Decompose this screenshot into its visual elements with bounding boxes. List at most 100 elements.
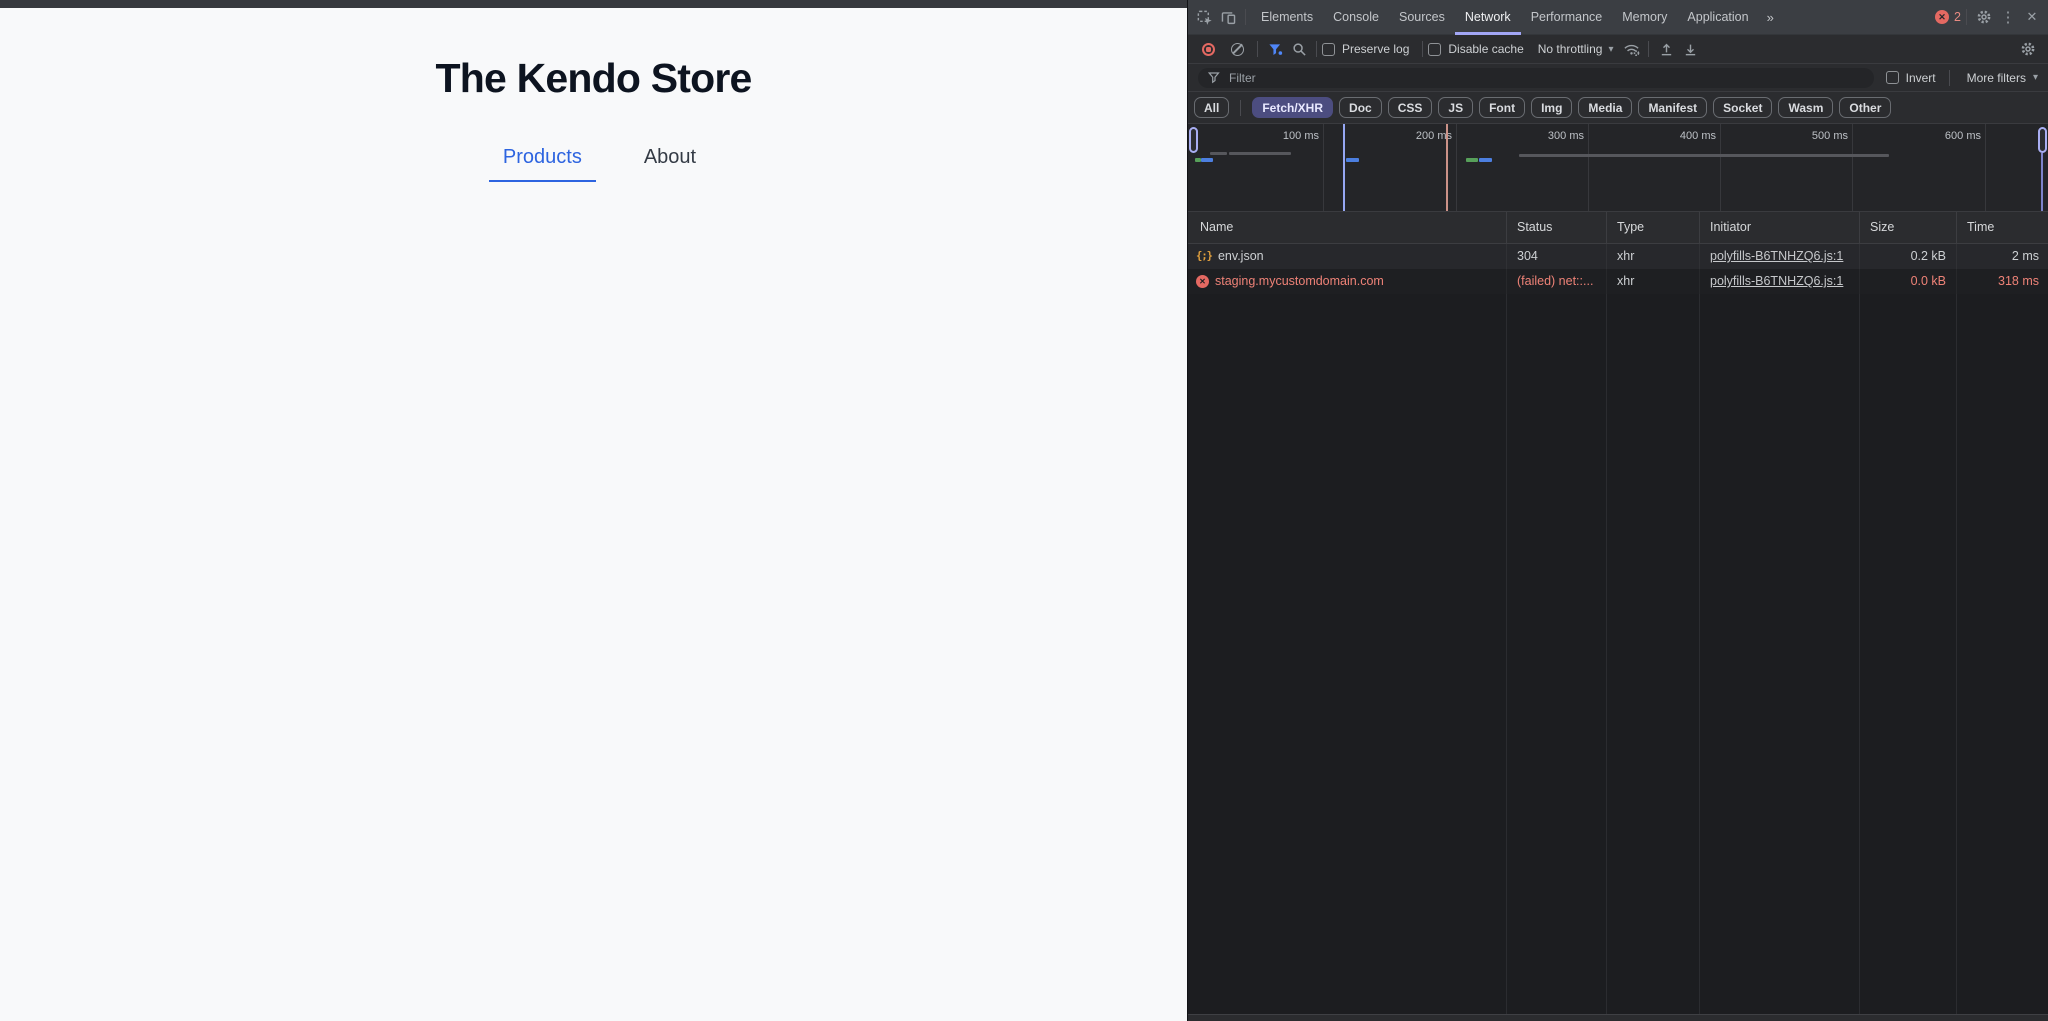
column-separator <box>1699 294 1700 1014</box>
divider <box>1245 9 1246 25</box>
filter-input[interactable]: Filter <box>1198 68 1874 88</box>
search-icon[interactable] <box>1287 37 1311 61</box>
chip-font[interactable]: Font <box>1479 97 1525 118</box>
chip-fetch-xhr[interactable]: Fetch/XHR <box>1252 97 1333 118</box>
record-network-log-icon[interactable] <box>1202 43 1215 56</box>
device-toolbar-icon[interactable] <box>1216 5 1240 29</box>
column-header-name[interactable]: Name <box>1188 212 1506 243</box>
network-timeline-overview[interactable]: 100 ms 200 ms 300 ms 400 ms 500 ms 600 m… <box>1188 124 2048 212</box>
page-top-strip <box>0 0 1187 8</box>
tick-400ms: 400 ms <box>1660 130 1716 142</box>
chip-css[interactable]: CSS <box>1388 97 1433 118</box>
initiator-link[interactable]: polyfills-B6TNHZQ6.js:1 <box>1710 274 1843 288</box>
request-row-staging-mycustomdomain[interactable]: ✕ staging.mycustomdomain.com (failed) ne… <box>1188 269 2048 294</box>
chip-img[interactable]: Img <box>1531 97 1572 118</box>
inspect-element-icon[interactable] <box>1192 5 1216 29</box>
waterfall-blue-bar <box>1346 158 1359 162</box>
requests-table-header: Name Status Type Initiator Size Time <box>1188 212 2048 244</box>
divider <box>1966 9 1967 25</box>
tick-100ms: 100 ms <box>1263 130 1319 142</box>
preserve-log-checkbox[interactable] <box>1322 43 1335 56</box>
clear-network-log-icon[interactable] <box>1231 43 1244 56</box>
gridline-300ms <box>1588 124 1589 211</box>
page-title: The Kendo Store <box>0 55 1187 102</box>
chevron-down-icon: ▾ <box>2033 72 2038 83</box>
chip-media[interactable]: Media <box>1578 97 1632 118</box>
filter-placeholder: Filter <box>1229 71 1256 85</box>
waterfall-blue-bar <box>1201 158 1213 162</box>
filter-toggle-icon[interactable] <box>1263 37 1287 61</box>
more-panels-icon[interactable]: » <box>1759 10 1781 25</box>
tab-products[interactable]: Products <box>489 146 596 182</box>
chip-wasm[interactable]: Wasm <box>1778 97 1833 118</box>
invert-filter[interactable]: Invert <box>1886 71 1944 85</box>
column-header-type[interactable]: Type <box>1606 212 1699 243</box>
request-error-icon: ✕ <box>1196 275 1209 288</box>
request-status: (failed) net::... <box>1506 269 1606 294</box>
network-settings-gear-icon[interactable] <box>2016 37 2040 61</box>
divider <box>1316 41 1317 57</box>
chip-manifest[interactable]: Manifest <box>1638 97 1707 118</box>
devtools-tab-performance[interactable]: Performance <box>1521 0 1613 35</box>
column-separator <box>1506 294 1507 1014</box>
disable-cache-checkbox[interactable] <box>1428 43 1441 56</box>
kebab-menu-icon[interactable]: ⋮ <box>1996 5 2020 29</box>
error-circle-icon: ✕ <box>1935 10 1949 24</box>
column-header-time[interactable]: Time <box>1956 212 2048 243</box>
settings-gear-icon[interactable] <box>1972 5 1996 29</box>
column-header-status[interactable]: Status <box>1506 212 1606 243</box>
request-type: xhr <box>1606 269 1699 294</box>
column-header-initiator[interactable]: Initiator <box>1699 212 1859 243</box>
disable-cache-label: Disable cache <box>1448 42 1523 56</box>
chip-all[interactable]: All <box>1194 97 1229 118</box>
waterfall-green-bar <box>1466 158 1478 162</box>
chip-doc[interactable]: Doc <box>1339 97 1382 118</box>
initiator-link[interactable]: polyfills-B6TNHZQ6.js:1 <box>1710 249 1843 263</box>
throttling-dropdown[interactable]: No throttling ▾ <box>1538 42 1614 56</box>
waterfall-wait-bar <box>1519 154 1889 157</box>
import-har-icon[interactable] <box>1654 37 1678 61</box>
tick-300ms: 300 ms <box>1528 130 1584 142</box>
devtools-tab-network[interactable]: Network <box>1455 0 1521 35</box>
column-separator <box>1956 294 1957 1014</box>
export-har-icon[interactable] <box>1678 37 1702 61</box>
invert-checkbox[interactable] <box>1886 71 1899 84</box>
chip-other[interactable]: Other <box>1839 97 1891 118</box>
more-filters-dropdown[interactable]: More filters ▾ <box>1967 71 2038 85</box>
request-name: staging.mycustomdomain.com <box>1215 269 1384 294</box>
overview-right-grip[interactable] <box>2038 127 2047 153</box>
gridline-600ms <box>1985 124 1986 211</box>
error-count: 2 <box>1954 10 1961 24</box>
column-separator <box>1606 294 1607 1014</box>
devtools-tab-elements[interactable]: Elements <box>1251 0 1323 35</box>
request-name-cell[interactable]: ✕ staging.mycustomdomain.com <box>1188 269 1506 294</box>
divider <box>1648 41 1649 57</box>
dom-content-loaded-marker <box>1343 124 1345 211</box>
preserve-log-label: Preserve log <box>1342 42 1409 56</box>
close-devtools-icon[interactable]: ✕ <box>2020 5 2044 29</box>
chip-socket[interactable]: Socket <box>1713 97 1772 118</box>
devtools-panel: Elements Console Sources Network Perform… <box>1187 0 2048 1021</box>
web-page: The Kendo Store Products About <box>0 0 1187 1021</box>
request-row-env-json[interactable]: {;} env.json 304 xhr polyfills-B6TNHZQ6.… <box>1188 244 2048 269</box>
tab-about[interactable]: About <box>642 146 698 182</box>
gridline-500ms <box>1852 124 1853 211</box>
tick-600ms: 600 ms <box>1925 130 1981 142</box>
devtools-tab-sources[interactable]: Sources <box>1389 0 1455 35</box>
devtools-tab-console[interactable]: Console <box>1323 0 1389 35</box>
column-header-size[interactable]: Size <box>1859 212 1956 243</box>
request-name-cell[interactable]: {;} env.json <box>1188 244 1506 269</box>
chip-js[interactable]: JS <box>1438 97 1473 118</box>
gridline-400ms <box>1720 124 1721 211</box>
network-conditions-icon[interactable] <box>1619 37 1643 61</box>
divider <box>1240 100 1241 116</box>
network-filter-bar: Filter Invert More filters ▾ <box>1188 64 2048 92</box>
request-size: 0.2 kB <box>1859 244 1956 269</box>
overview-left-grip[interactable] <box>1189 127 1198 153</box>
request-name: env.json <box>1218 244 1264 269</box>
devtools-tab-application[interactable]: Application <box>1677 0 1758 35</box>
filter-funnel-icon <box>1208 71 1221 84</box>
console-error-badge[interactable]: ✕ 2 <box>1935 10 1961 24</box>
devtools-tab-memory[interactable]: Memory <box>1612 0 1677 35</box>
throttling-value: No throttling <box>1538 42 1603 56</box>
